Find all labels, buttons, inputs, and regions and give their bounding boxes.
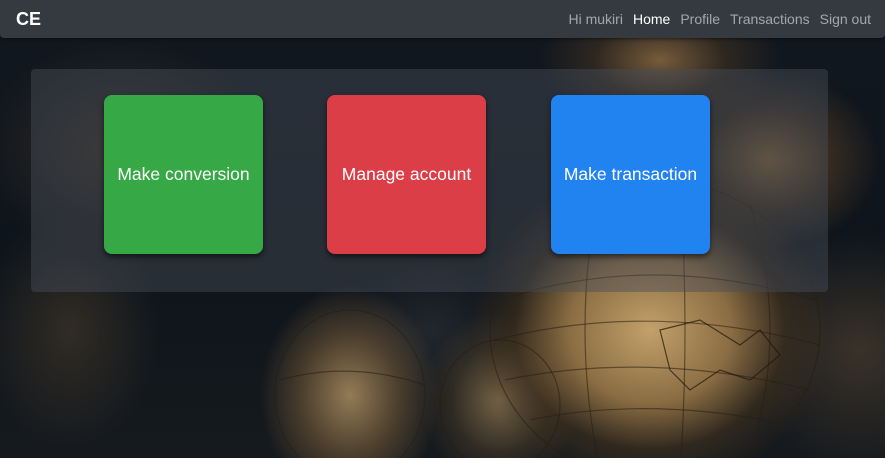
nav-link-profile[interactable]: Profile [680, 10, 720, 28]
nav-link-home[interactable]: Home [633, 10, 670, 28]
actions-panel: Make conversion Manage account Make tran… [31, 69, 828, 292]
manage-account-button[interactable]: Manage account [327, 95, 486, 254]
navbar: CE Hi mukiri Home Profile Transactions S… [0, 0, 885, 38]
nav-link-transactions[interactable]: Transactions [730, 10, 810, 28]
make-conversion-button[interactable]: Make conversion [104, 95, 263, 254]
brand-logo[interactable]: CE [16, 9, 41, 29]
nav-link-sign-out[interactable]: Sign out [820, 10, 871, 28]
nav-links: Hi mukiri Home Profile Transactions Sign… [569, 10, 872, 28]
make-transaction-button[interactable]: Make transaction [551, 95, 710, 254]
user-greeting: Hi mukiri [568, 11, 623, 27]
